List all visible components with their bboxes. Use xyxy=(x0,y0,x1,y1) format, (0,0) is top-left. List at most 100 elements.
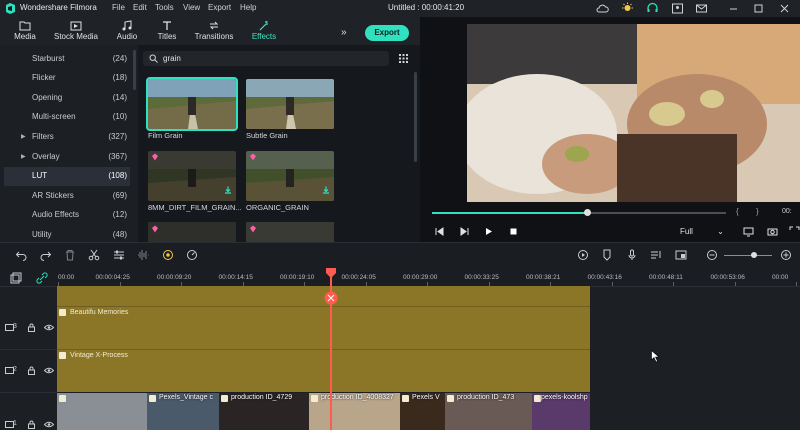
tab-transitions[interactable]: Transitions xyxy=(191,17,237,45)
mail-icon[interactable] xyxy=(695,2,708,15)
category-lut[interactable]: LUT (108) xyxy=(4,167,130,186)
voiceover-list-icon[interactable] xyxy=(650,249,662,261)
category-scrollbar[interactable] xyxy=(133,50,136,90)
adjust-icon[interactable] xyxy=(113,249,125,261)
category-starburst[interactable]: Starburst (24) xyxy=(4,50,130,69)
step-back-icon[interactable] xyxy=(434,226,445,237)
speed-icon[interactable] xyxy=(186,249,198,261)
expand-arrow-icon[interactable]: ▶ xyxy=(21,133,26,140)
zoom-in-icon[interactable] xyxy=(780,249,792,261)
playhead-handle[interactable] xyxy=(326,268,336,278)
step-forward-icon[interactable] xyxy=(459,226,470,237)
split-scissors-icon[interactable] xyxy=(324,291,338,305)
headset-icon[interactable] xyxy=(646,2,659,15)
tab-titles[interactable]: Titles xyxy=(150,17,184,45)
quality-select[interactable]: Full ⌄ xyxy=(680,227,724,236)
eye-icon[interactable] xyxy=(44,420,54,429)
play-icon[interactable] xyxy=(483,226,494,237)
link-icon[interactable] xyxy=(36,272,48,284)
effects-icon xyxy=(259,21,268,31)
lock-icon[interactable] xyxy=(27,366,36,375)
category-audio-effects[interactable]: Audio Effects (12) xyxy=(4,206,130,225)
mark-out-bracket[interactable]: } xyxy=(756,207,759,216)
ruler-tick-label: 00:00:24:05 xyxy=(341,274,376,281)
effect-tile-subtle-grain[interactable] xyxy=(246,79,334,129)
scissors-icon[interactable] xyxy=(88,249,100,261)
category-ar-stickers[interactable]: AR Stickers (69) xyxy=(4,187,130,206)
lightbulb-icon[interactable] xyxy=(621,2,634,15)
effect-tile-partial[interactable] xyxy=(148,222,236,242)
account-icon[interactable] xyxy=(671,2,684,15)
ruler-tick-label: 00:00 xyxy=(58,274,75,281)
effect-tile-film-grain[interactable] xyxy=(146,77,238,131)
tab-stock-media[interactable]: Stock Media xyxy=(50,17,102,45)
fullscreen-icon[interactable] xyxy=(789,226,800,237)
microphone-icon[interactable] xyxy=(626,249,638,261)
menu-file[interactable]: File xyxy=(112,3,125,12)
zoom-out-icon[interactable] xyxy=(706,249,718,261)
ruler-tick-label: 00:00:29:00 xyxy=(403,274,438,281)
app-name: Wondershare Filmora xyxy=(20,3,97,12)
tab-media[interactable]: Media xyxy=(8,17,42,45)
lock-icon[interactable] xyxy=(27,323,36,332)
download-icon[interactable] xyxy=(322,186,330,194)
delete-icon[interactable] xyxy=(64,249,76,261)
maximize-icon[interactable] xyxy=(752,2,765,15)
tab-stock-media-label: Stock Media xyxy=(53,32,99,41)
tab-audio[interactable]: Audio xyxy=(110,17,144,45)
add-track-icon[interactable] xyxy=(10,272,22,284)
render-icon[interactable] xyxy=(162,249,174,261)
camera-icon[interactable] xyxy=(767,226,778,237)
zoom-slider-knob[interactable] xyxy=(751,252,757,258)
preview-progress-bar[interactable] xyxy=(432,212,726,214)
menu-export[interactable]: Export xyxy=(208,3,231,12)
zoom-slider[interactable] xyxy=(724,255,772,256)
tab-effects[interactable]: Effects xyxy=(245,17,283,45)
more-tabs-button[interactable]: » xyxy=(341,27,347,38)
expand-arrow-icon[interactable]: ▶ xyxy=(21,153,26,160)
category-flicker[interactable]: Flicker (18) xyxy=(4,69,130,88)
cloud-icon[interactable] xyxy=(596,2,609,15)
ruler-tick-label: 00:00:19:10 xyxy=(280,274,315,281)
category-multi-screen[interactable]: Multi-screen (10) xyxy=(4,108,130,127)
lock-icon[interactable] xyxy=(27,420,36,429)
track-divider xyxy=(0,392,57,393)
audio-waveform-icon[interactable] xyxy=(137,249,149,261)
pip-icon[interactable] xyxy=(675,249,687,261)
menu-view[interactable]: View xyxy=(183,3,200,12)
menu-tools[interactable]: Tools xyxy=(155,3,174,12)
menu-edit[interactable]: Edit xyxy=(133,3,147,12)
menu-help[interactable]: Help xyxy=(240,3,256,12)
effects-scrollbar[interactable] xyxy=(414,72,417,162)
category-opening[interactable]: Opening (14) xyxy=(4,89,130,108)
effect-tile-organic-grain[interactable] xyxy=(246,151,334,201)
video-clip-icon xyxy=(402,395,409,402)
mark-in-bracket[interactable]: { xyxy=(736,207,739,216)
category-filters[interactable]: ▶ Filters (327) xyxy=(4,128,130,147)
effect-clip-label: Beautifu Memories xyxy=(70,309,129,316)
grid-view-icon[interactable] xyxy=(399,54,408,63)
eye-icon[interactable] xyxy=(44,323,54,332)
search-input[interactable]: grain xyxy=(143,51,389,66)
snap-icon[interactable] xyxy=(577,249,589,261)
export-button[interactable]: Export xyxy=(365,25,409,41)
video-clip[interactable] xyxy=(57,393,147,430)
stop-icon[interactable] xyxy=(508,226,519,237)
effect-tile-8mm-dirt-film-grain[interactable] xyxy=(148,151,236,201)
category-name: Opening xyxy=(32,93,63,102)
download-icon[interactable] xyxy=(224,186,232,194)
undo-icon[interactable] xyxy=(15,249,27,261)
monitor-icon[interactable] xyxy=(743,226,754,237)
close-icon[interactable] xyxy=(778,2,791,15)
effect-tile-partial[interactable] xyxy=(246,222,334,242)
category-overlay[interactable]: ▶ Overlay (367) xyxy=(4,148,130,167)
redo-icon[interactable] xyxy=(40,249,52,261)
eye-icon[interactable] xyxy=(44,366,54,375)
marker-icon[interactable] xyxy=(601,249,613,261)
effect-clip-icon xyxy=(59,352,66,359)
preview-video-frame xyxy=(467,24,800,202)
track-number: 1 xyxy=(13,420,17,427)
minimize-icon[interactable] xyxy=(727,2,740,15)
ruler-tick-label: 00:00:38:21 xyxy=(526,274,561,281)
video-clip-label: production ID_473 xyxy=(457,394,515,401)
